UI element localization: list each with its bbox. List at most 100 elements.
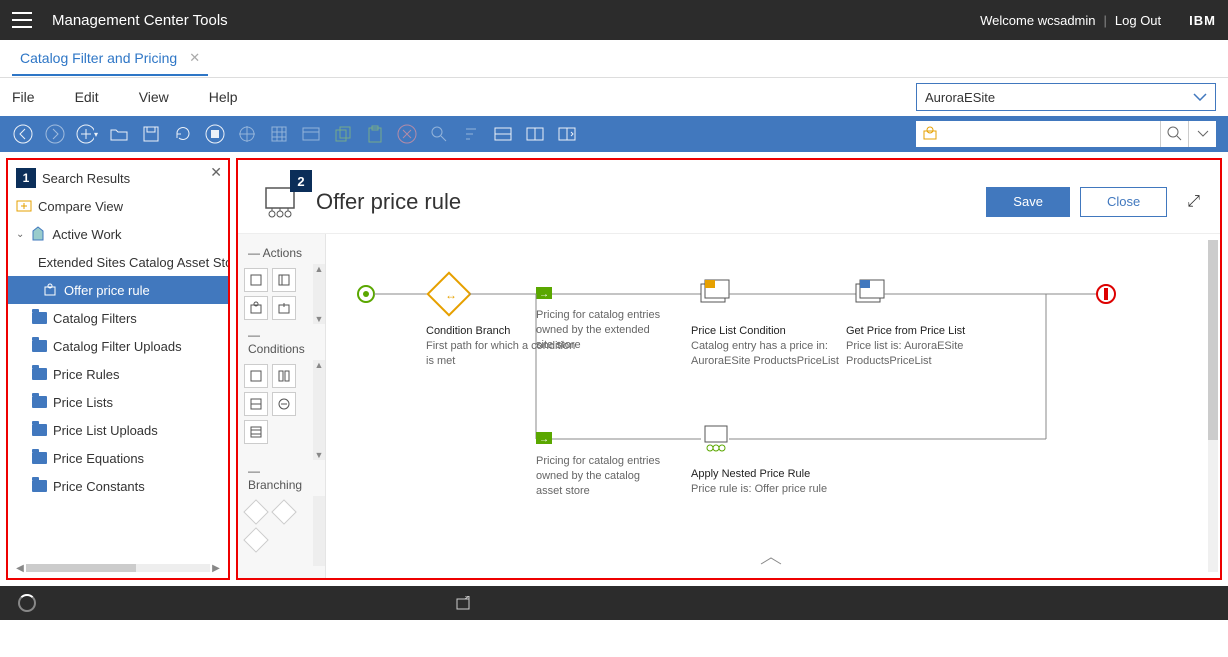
search-type-icon[interactable] bbox=[916, 125, 944, 143]
copy-icon[interactable] bbox=[332, 123, 354, 145]
palette-condition-icon[interactable] bbox=[272, 364, 296, 388]
search-input[interactable] bbox=[944, 127, 1160, 141]
layout1-icon[interactable] bbox=[492, 123, 514, 145]
window-icon[interactable] bbox=[456, 596, 472, 610]
scroll-right-icon[interactable]: ▶ bbox=[210, 563, 222, 574]
paste-icon[interactable] bbox=[364, 123, 386, 145]
close-icon[interactable]: ✕ bbox=[210, 164, 222, 181]
sort-icon[interactable] bbox=[460, 123, 482, 145]
node-title: Pricing for catalog entries owned by the… bbox=[536, 308, 666, 353]
palette-action-icon[interactable] bbox=[272, 296, 296, 320]
menu-edit[interactable]: Edit bbox=[75, 89, 99, 105]
new-icon[interactable]: ▾ bbox=[76, 123, 98, 145]
folder-icon bbox=[32, 312, 47, 324]
layout3-icon[interactable] bbox=[556, 123, 578, 145]
palette-branch-icon[interactable] bbox=[243, 527, 268, 552]
sidebar-item-price-constants[interactable]: Price Constants bbox=[8, 472, 228, 500]
sidebar-item-price-rules[interactable]: Price Rules bbox=[8, 360, 228, 388]
scrollbar-horizontal[interactable]: ◀ ▶ bbox=[14, 562, 222, 574]
sidebar-item-extended-sites[interactable]: Extended Sites Catalog Asset Store bbox=[8, 248, 228, 276]
node-title: Price List Condition bbox=[691, 325, 841, 337]
scrollbar-vertical[interactable]: ▲▼ bbox=[313, 264, 325, 324]
menu-icon[interactable] bbox=[12, 12, 32, 28]
active-work-icon bbox=[30, 226, 46, 242]
grid2-icon[interactable] bbox=[300, 123, 322, 145]
tree-label: Compare View bbox=[38, 199, 123, 214]
search-icon[interactable] bbox=[1160, 121, 1188, 147]
refresh-icon[interactable] bbox=[172, 123, 194, 145]
toolbar: ▾ bbox=[0, 116, 1228, 152]
sidebar-item-price-equations[interactable]: Price Equations bbox=[8, 444, 228, 472]
node-price-list-condition[interactable]: Price List Condition Catalog entry has a… bbox=[691, 319, 841, 369]
compare-icon bbox=[16, 198, 32, 214]
sidebar-item-catalog-filter-uploads[interactable]: Catalog Filter Uploads bbox=[8, 332, 228, 360]
node-get-price[interactable]: Get Price from Price List Price list is:… bbox=[846, 319, 1016, 369]
back-icon[interactable] bbox=[12, 123, 34, 145]
editor-type-icon: 2 bbox=[258, 180, 302, 223]
sidebar-item-offer-price-rule[interactable]: Offer price rule bbox=[8, 276, 228, 304]
node-pricing-catalog[interactable]: Pricing for catalog entries owned by the… bbox=[536, 452, 666, 499]
save-button[interactable]: Save bbox=[986, 187, 1070, 217]
delete-icon[interactable] bbox=[396, 123, 418, 145]
tree-label: Catalog Filter Uploads bbox=[53, 339, 182, 354]
palette-condition-icon[interactable] bbox=[244, 392, 268, 416]
logout-link[interactable]: Log Out bbox=[1115, 13, 1161, 28]
sidebar-item-search-results[interactable]: 1 Search Results bbox=[8, 164, 228, 192]
preview-icon[interactable] bbox=[236, 123, 258, 145]
folder-icon bbox=[32, 452, 47, 464]
node-title: Apply Nested Price Rule bbox=[691, 468, 841, 480]
palette-action-icon[interactable] bbox=[244, 268, 268, 292]
node-nested-rule[interactable]: Apply Nested Price Rule Price rule is: O… bbox=[691, 462, 841, 497]
menu-help[interactable]: Help bbox=[209, 89, 238, 105]
grid1-icon[interactable] bbox=[268, 123, 290, 145]
menu-file[interactable]: File bbox=[12, 89, 35, 105]
node-desc: Price rule is: Offer price rule bbox=[691, 482, 841, 497]
loading-icon bbox=[18, 594, 36, 612]
save-icon[interactable] bbox=[140, 123, 162, 145]
forward-icon[interactable] bbox=[44, 123, 66, 145]
explorer-panel: ✕ 1 Search Results Compare View ⌄ Active… bbox=[6, 158, 230, 580]
layout2-icon[interactable] bbox=[524, 123, 546, 145]
palette-branch-icon[interactable] bbox=[271, 499, 296, 524]
find-icon[interactable] bbox=[428, 123, 450, 145]
scroll-left-icon[interactable]: ◀ bbox=[14, 563, 26, 574]
scrollbar-vertical[interactable] bbox=[1208, 240, 1218, 572]
search-dropdown-icon[interactable] bbox=[1188, 121, 1216, 147]
editor-header: 2 Offer price rule Save Close ⤢ bbox=[238, 160, 1220, 233]
tree-label: Price Lists bbox=[53, 395, 113, 410]
palette-action-icon[interactable] bbox=[272, 268, 296, 292]
chevron-down-icon: ⌄ bbox=[16, 229, 24, 240]
palette-action-icon[interactable] bbox=[244, 296, 268, 320]
sidebar-item-price-list-uploads[interactable]: Price List Uploads bbox=[8, 416, 228, 444]
palette-condition-icon[interactable] bbox=[244, 420, 268, 444]
node-pricing-extended[interactable]: Pricing for catalog entries owned by the… bbox=[536, 306, 666, 353]
sidebar-item-active-work[interactable]: ⌄ Active Work bbox=[8, 220, 228, 248]
palette: — Actions ▲▼ — Conditions bbox=[238, 234, 326, 578]
stop-icon[interactable] bbox=[204, 123, 226, 145]
scrollbar-vertical[interactable] bbox=[313, 496, 325, 566]
tree-label: Offer price rule bbox=[64, 283, 150, 298]
tree-label: Catalog Filters bbox=[53, 311, 137, 326]
palette-condition-icon[interactable] bbox=[244, 364, 268, 388]
close-button[interactable]: Close bbox=[1080, 187, 1167, 217]
sidebar-item-price-lists[interactable]: Price Lists bbox=[8, 388, 228, 416]
editor-panel: 2 Offer price rule Save Close ⤢ — Action… bbox=[236, 158, 1222, 580]
palette-branch-icon[interactable] bbox=[243, 499, 268, 524]
flow-canvas[interactable]: ↔ → → bbox=[326, 234, 1220, 578]
ibm-logo: IBM bbox=[1189, 13, 1216, 28]
panel-badge: 1 bbox=[16, 168, 36, 188]
sidebar-item-catalog-filters[interactable]: Catalog Filters bbox=[8, 304, 228, 332]
sidebar-item-compare-view[interactable]: Compare View bbox=[8, 192, 228, 220]
close-icon[interactable]: ✕ bbox=[189, 50, 200, 66]
tab-label: Catalog Filter and Pricing bbox=[20, 50, 177, 66]
tree-label: Price List Uploads bbox=[53, 423, 158, 438]
scrollbar-vertical[interactable]: ▲▼ bbox=[313, 360, 325, 460]
open-icon[interactable] bbox=[108, 123, 130, 145]
tab-catalog-pricing[interactable]: Catalog Filter and Pricing ✕ bbox=[12, 42, 208, 76]
menu-view[interactable]: View bbox=[139, 89, 169, 105]
palette-condition-icon[interactable] bbox=[272, 392, 296, 416]
page-title: Offer price rule bbox=[316, 189, 461, 215]
store-dropdown[interactable]: AuroraESite bbox=[916, 83, 1216, 111]
folder-icon bbox=[32, 340, 47, 352]
expand-icon[interactable]: ⤢ bbox=[1187, 193, 1200, 211]
